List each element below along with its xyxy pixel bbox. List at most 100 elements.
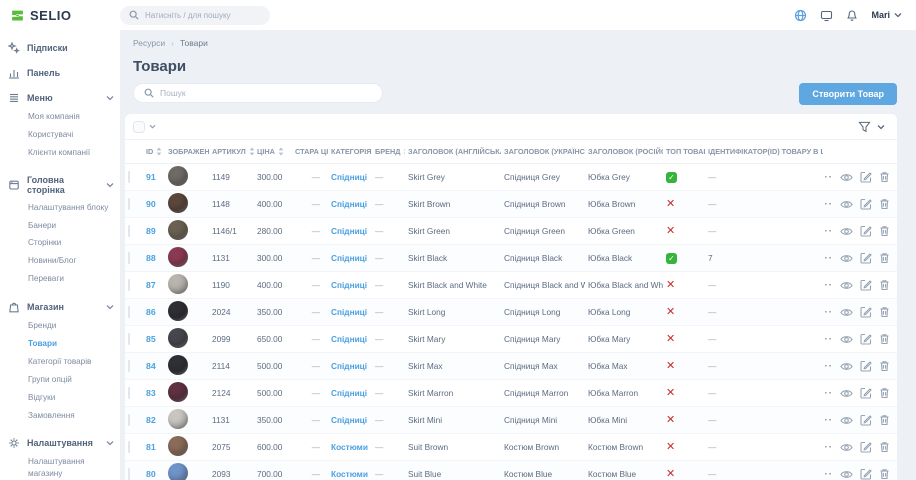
top-product-no-icon[interactable]: ✕: [666, 198, 675, 210]
sidebar-item[interactable]: Замовлення: [28, 407, 114, 425]
row-checkbox[interactable]: [128, 360, 130, 372]
sort-icon[interactable]: [403, 147, 405, 156]
notifications-bell-icon[interactable]: [846, 9, 858, 22]
sidebar-section-chart[interactable]: Панель: [8, 67, 114, 79]
row-checkbox[interactable]: [128, 468, 130, 480]
edit-button[interactable]: [860, 387, 872, 399]
more-actions-button[interactable]: ···: [823, 361, 833, 372]
more-actions-button[interactable]: ···: [823, 415, 833, 426]
row-checkbox[interactable]: [128, 333, 130, 345]
view-button[interactable]: [840, 307, 853, 318]
category-link[interactable]: Спідниці: [331, 415, 367, 425]
row-checkbox[interactable]: [128, 225, 130, 237]
view-button[interactable]: [840, 469, 853, 480]
product-thumbnail[interactable]: [168, 328, 188, 348]
table-search-input[interactable]: [160, 88, 372, 98]
delete-button[interactable]: [879, 279, 890, 291]
category-link[interactable]: Спідниці: [331, 253, 367, 263]
product-id-link[interactable]: 86: [146, 307, 156, 317]
category-link[interactable]: Спідниці: [331, 307, 367, 317]
sidebar-item[interactable]: Групи опцій: [28, 371, 114, 389]
delete-button[interactable]: [879, 171, 890, 183]
more-actions-button[interactable]: ···: [823, 442, 833, 453]
product-id-link[interactable]: 88: [146, 253, 156, 263]
delete-button[interactable]: [879, 198, 890, 210]
top-product-yes-icon[interactable]: ✓: [666, 253, 677, 264]
sidebar-item[interactable]: Категорії товарів: [28, 353, 114, 371]
product-thumbnail[interactable]: [168, 409, 188, 429]
edit-button[interactable]: [860, 414, 872, 426]
view-button[interactable]: [840, 388, 853, 399]
product-id-link[interactable]: 87: [146, 280, 156, 290]
global-search-input[interactable]: [145, 11, 261, 20]
sidebar-item[interactable]: Новини/Блог: [28, 252, 114, 270]
sidebar-section-page[interactable]: Головна сторінка: [8, 175, 114, 195]
column-header[interactable]: КАТЕГОРІЯ: [328, 140, 372, 164]
delete-button[interactable]: [879, 387, 890, 399]
sidebar-item[interactable]: Банери: [28, 217, 114, 235]
edit-button[interactable]: [860, 279, 872, 291]
view-button[interactable]: [840, 253, 853, 264]
view-button[interactable]: [840, 199, 853, 210]
edit-button[interactable]: [860, 198, 872, 210]
product-id-link[interactable]: 81: [146, 442, 156, 452]
top-product-no-icon[interactable]: ✕: [666, 225, 675, 237]
top-product-no-icon[interactable]: ✕: [666, 306, 675, 318]
column-header[interactable]: ID: [143, 140, 165, 164]
edit-button[interactable]: [860, 360, 872, 372]
edit-button[interactable]: [860, 225, 872, 237]
delete-button[interactable]: [879, 441, 890, 453]
more-actions-button[interactable]: ···: [823, 172, 833, 183]
category-link[interactable]: Спідниці: [331, 280, 367, 290]
view-button[interactable]: [840, 172, 853, 183]
row-checkbox[interactable]: [128, 441, 130, 453]
product-id-link[interactable]: 83: [146, 388, 156, 398]
sidebar-item[interactable]: Переваги: [28, 270, 114, 288]
product-thumbnail[interactable]: [168, 463, 188, 480]
more-actions-button[interactable]: ···: [823, 280, 833, 291]
sidebar-item[interactable]: Моя компанія: [28, 108, 114, 126]
category-link[interactable]: Спідниці: [331, 199, 367, 209]
category-link[interactable]: Спідниці: [331, 172, 367, 182]
sidebar-item[interactable]: Бренди: [28, 317, 114, 335]
more-actions-button[interactable]: ···: [823, 307, 833, 318]
sidebar-item[interactable]: Товари: [28, 335, 114, 353]
edit-button[interactable]: [860, 468, 872, 480]
edit-button[interactable]: [860, 333, 872, 345]
sidebar-item[interactable]: Відгуки: [28, 389, 114, 407]
user-menu[interactable]: Mari: [871, 10, 902, 20]
product-id-link[interactable]: 85: [146, 334, 156, 344]
sidebar-section-gear[interactable]: Налаштування: [8, 437, 114, 449]
delete-button[interactable]: [879, 414, 890, 426]
product-id-link[interactable]: 91: [146, 172, 156, 182]
more-actions-button[interactable]: ···: [823, 199, 833, 210]
edit-button[interactable]: [860, 441, 872, 453]
column-header[interactable]: БРЕНД: [372, 140, 405, 164]
product-id-link[interactable]: 80: [146, 469, 156, 479]
sidebar-section-sparkles[interactable]: Підписки: [8, 42, 114, 54]
sidebar-item[interactable]: Сторінки: [28, 234, 114, 252]
more-actions-button[interactable]: ···: [823, 253, 833, 264]
category-link[interactable]: Спідниці: [331, 334, 367, 344]
sort-icon[interactable]: [156, 147, 162, 156]
more-actions-button[interactable]: ···: [823, 469, 833, 480]
sidebar-section-bag[interactable]: Магазин: [8, 301, 114, 313]
delete-button[interactable]: [879, 468, 890, 480]
category-link[interactable]: Спідниці: [331, 388, 367, 398]
row-checkbox[interactable]: [128, 387, 130, 399]
breadcrumb-item[interactable]: Ресурси: [133, 38, 165, 48]
top-product-no-icon[interactable]: ✕: [666, 333, 675, 345]
sort-icon[interactable]: [249, 147, 254, 156]
category-link[interactable]: Костюми: [331, 442, 368, 452]
product-thumbnail[interactable]: [168, 274, 188, 294]
delete-button[interactable]: [879, 225, 890, 237]
sidebar-item[interactable]: Налаштування блоку: [28, 199, 114, 217]
view-button[interactable]: [840, 226, 853, 237]
top-product-no-icon[interactable]: ✕: [666, 441, 675, 453]
table-search[interactable]: [133, 83, 383, 103]
logo[interactable]: SELIO: [10, 8, 120, 23]
select-menu-chevron-icon[interactable]: [149, 124, 156, 129]
product-thumbnail[interactable]: [168, 355, 188, 375]
delete-button[interactable]: [879, 252, 890, 264]
filter-control[interactable]: [858, 121, 885, 133]
